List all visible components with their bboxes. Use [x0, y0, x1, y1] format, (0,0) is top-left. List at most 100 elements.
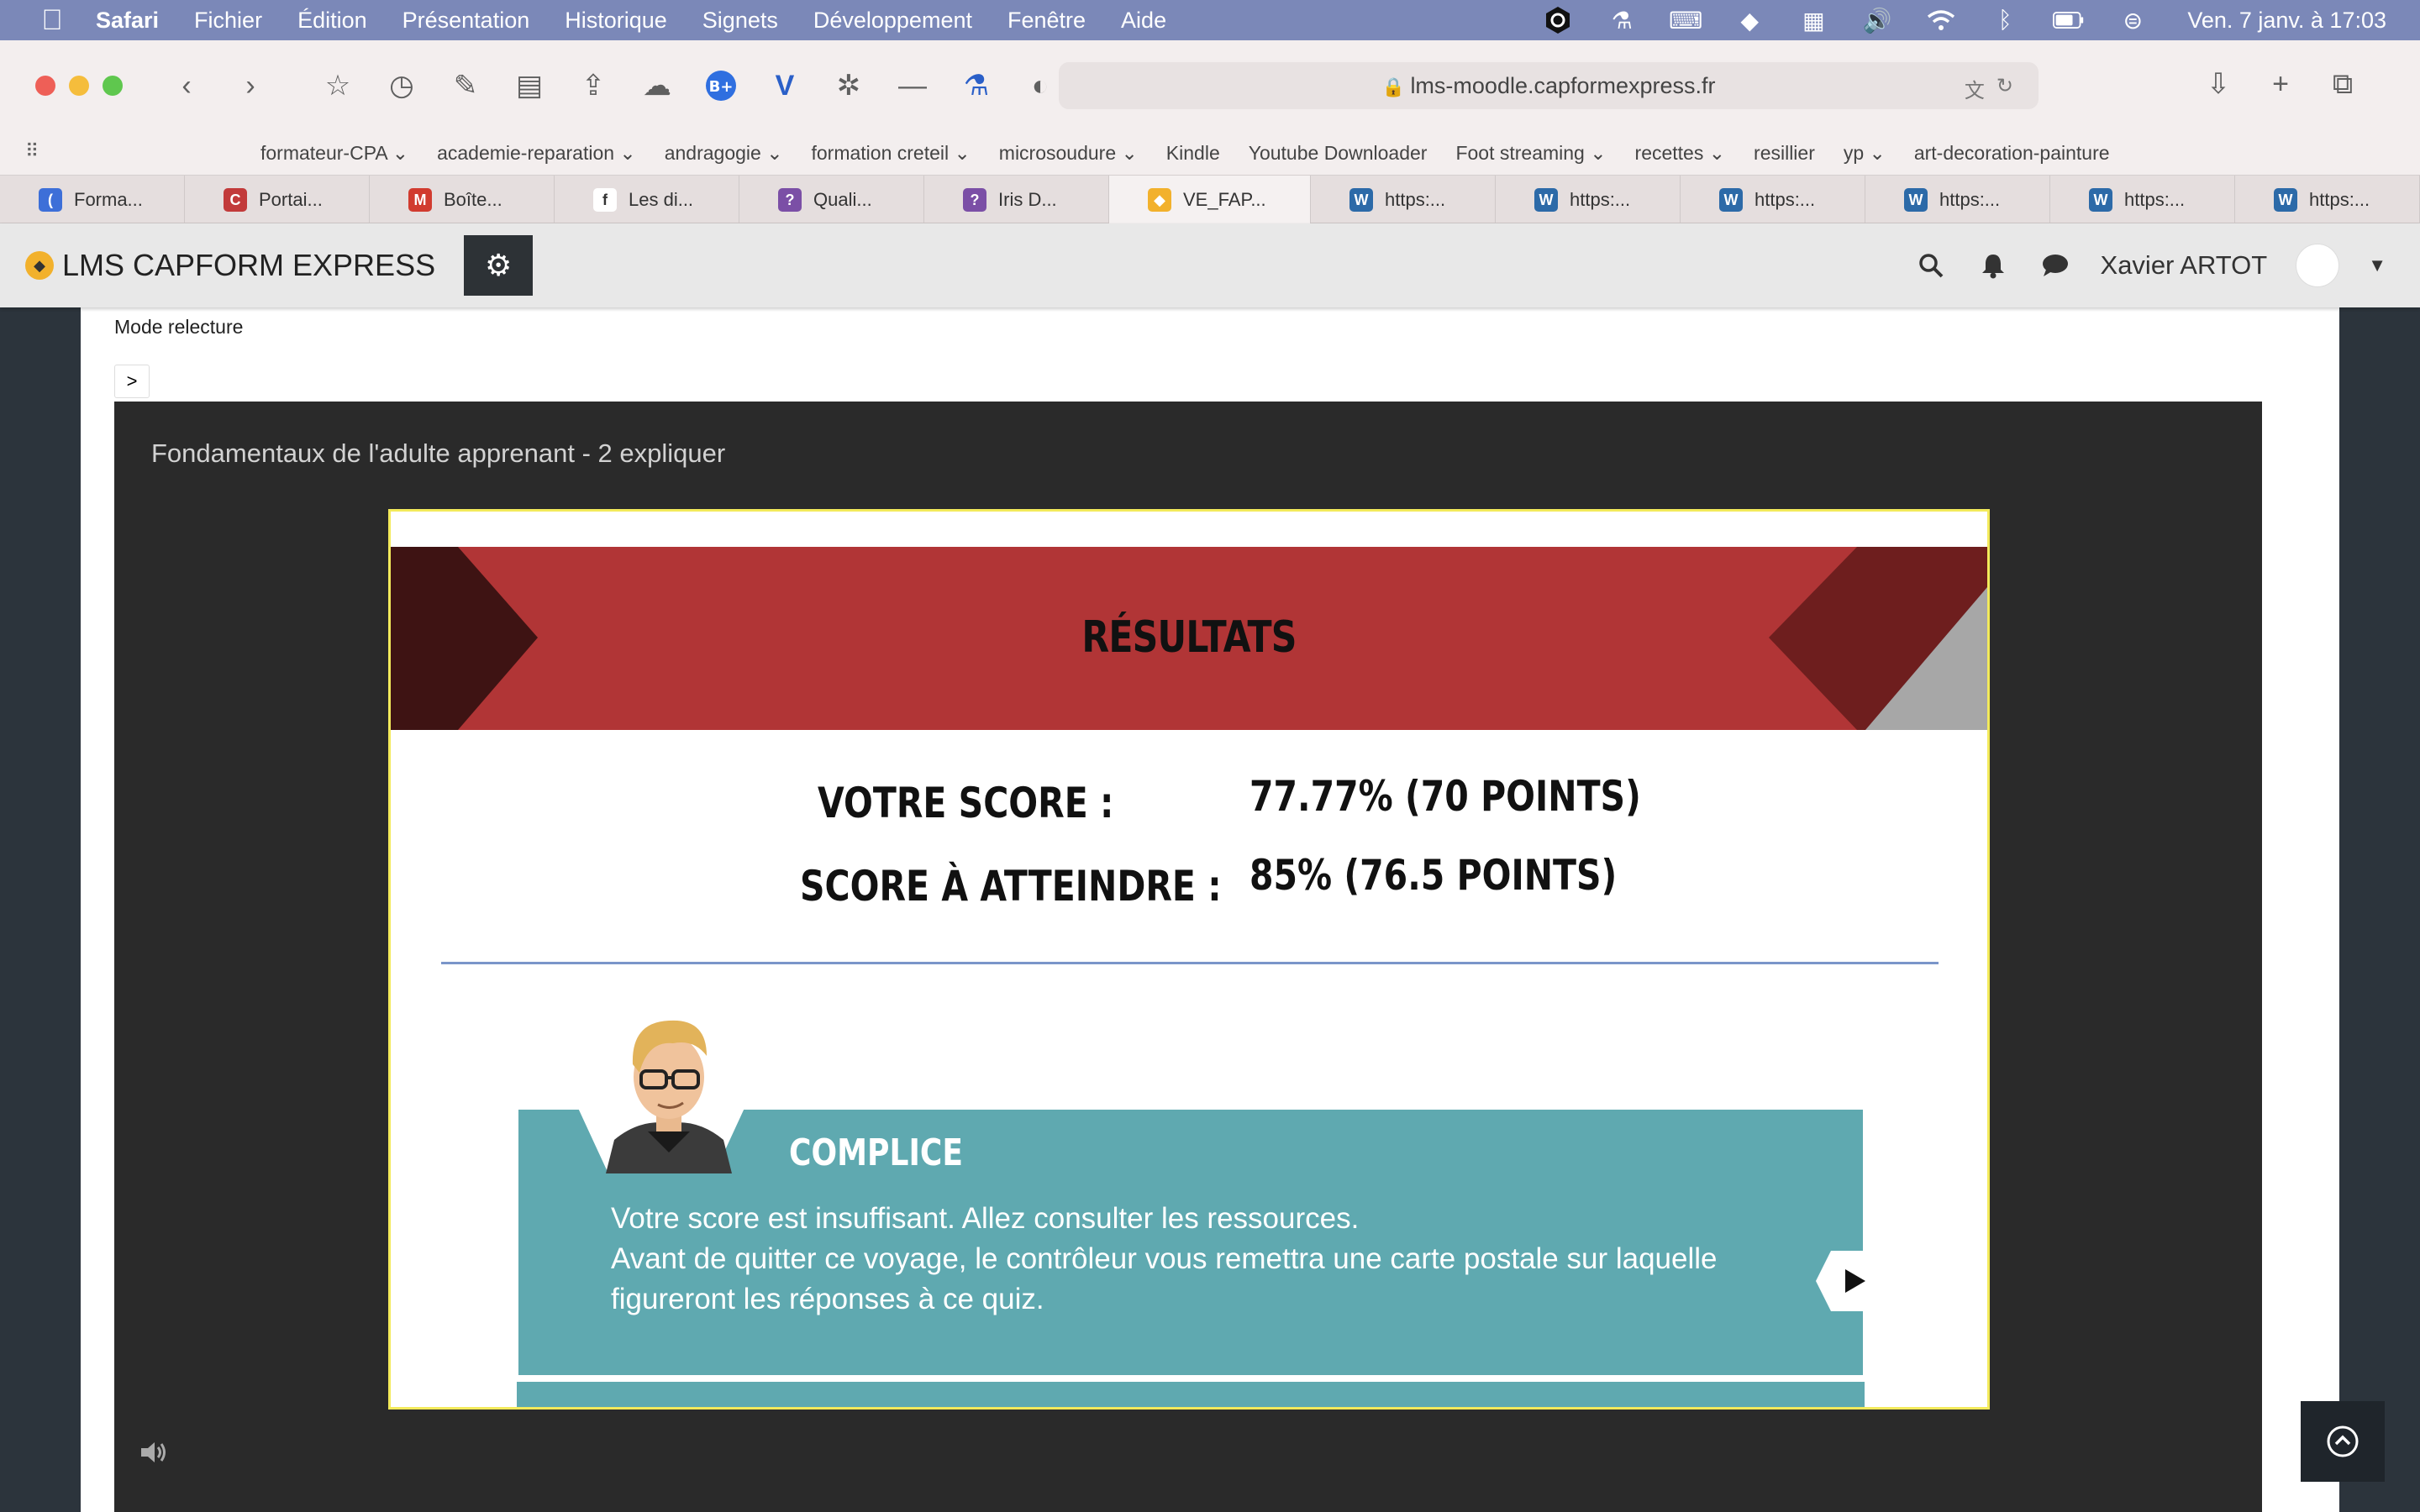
chevron-up-icon [2327, 1425, 2359, 1457]
reload-icon[interactable]: ↻ [1996, 74, 2013, 103]
notifications-bell-icon[interactable] [1976, 249, 2010, 282]
results-slide: RÉSULTATS VOTRE SCORE : 77.77% (70 POINT… [388, 509, 1990, 1410]
back-icon[interactable]: ‹ [168, 67, 205, 104]
favorite-item[interactable]: formation creteil ⌄ [811, 142, 970, 165]
downloads-icon[interactable]: ⇩ [2200, 66, 2237, 102]
menu-developpement[interactable]: Développement [813, 8, 972, 34]
favorite-item[interactable]: andragogie ⌄ [665, 142, 783, 165]
tab-label: Quali... [813, 189, 872, 210]
browser-tab[interactable]: ? Quali... [739, 176, 924, 224]
scroll-to-top-button[interactable] [2301, 1401, 2385, 1482]
maximize-window-button[interactable] [103, 76, 123, 96]
feedback-line: Avant de quitter ce voyage, le contrôleu… [611, 1242, 1718, 1275]
favorite-item[interactable]: Youtube Downloader [1249, 142, 1428, 165]
menu-aide[interactable]: Aide [1121, 8, 1166, 34]
extension-settings-icon[interactable]: ✲ [830, 67, 867, 104]
keyboard-icon[interactable]: ⌨ [1669, 4, 1702, 36]
browser-tab[interactable]: Whttps:... [1865, 176, 2050, 224]
volume-icon[interactable]: 🔊 [1861, 4, 1893, 36]
menu-historique[interactable]: Historique [565, 8, 667, 34]
extension-shield-icon[interactable]: ◐ [1022, 67, 1059, 104]
browser-tab[interactable]: ? Iris D... [924, 176, 1109, 224]
apple-menu-icon[interactable]:  [34, 2, 71, 39]
flask-icon[interactable]: ⚗ [1606, 4, 1638, 36]
extension-flask-icon[interactable]: ⚗ [958, 67, 995, 104]
search-icon[interactable] [1914, 249, 1948, 282]
url-text[interactable]: lms-moodle.capformexpress.fr [1410, 73, 1715, 99]
menu-edition[interactable]: Édition [297, 8, 367, 34]
menu-signets[interactable]: Signets [702, 8, 778, 34]
browser-tab[interactable]: Whttps:... [2050, 176, 2235, 224]
messages-icon[interactable] [2039, 249, 2072, 282]
reading-list-icon[interactable]: ✎ [447, 67, 484, 104]
your-score-label: VOTRE SCORE : [818, 779, 1114, 827]
browser-tab[interactable]: f Les di... [555, 176, 739, 224]
favorite-item[interactable]: resillier [1754, 142, 1815, 165]
tab-favicon-icon: W [2089, 188, 2112, 212]
favorite-item[interactable]: academie-reparation ⌄ [437, 142, 636, 165]
admin-gear-button[interactable]: ⚙ [464, 235, 534, 296]
browser-tab[interactable]: Whttps:... [1681, 176, 1865, 224]
menu-safari[interactable]: Safari [96, 8, 159, 34]
browser-tab[interactable]: Whttps:... [1496, 176, 1681, 224]
tab-overview-icon[interactable]: ⧉ [2324, 66, 2361, 102]
favorite-item[interactable]: formateur-CPA ⌄ [260, 142, 408, 165]
tab-favicon-icon: ? [778, 188, 802, 212]
bluetooth-icon[interactable]: ᛒ [1989, 4, 2021, 36]
favorite-item[interactable]: Foot streaming ⌄ [1455, 142, 1606, 165]
browser-tab[interactable]: Whttps:... [1311, 176, 1496, 224]
favorite-item[interactable]: microsoudure ⌄ [999, 142, 1138, 165]
share-icon[interactable]: ⇪ [575, 67, 612, 104]
tab-favicon-icon: M [408, 188, 432, 212]
address-bar[interactable]: 🔒 lms-moodle.capformexpress.fr 文 ↻ [1059, 62, 2039, 109]
browser-tab[interactable]: M Boîte... [370, 176, 555, 224]
page-content: Mode relecture > Fondamentaux de l'adult… [81, 307, 2339, 1512]
browser-tab[interactable]: (Forma... [0, 176, 185, 224]
feedback-panel-strip [517, 1382, 1865, 1407]
control-center-icon[interactable]: ⊜ [2117, 4, 2149, 36]
extension-b-plus-icon[interactable]: B+ [702, 67, 739, 104]
new-tab-icon[interactable]: + [2262, 66, 2299, 102]
translate-icon[interactable]: 文 [1965, 74, 1985, 103]
menu-bar-clock[interactable]: Ven. 7 janv. à 17:03 [2187, 8, 2386, 34]
favorite-item[interactable]: yp ⌄ [1844, 142, 1886, 165]
icloud-icon[interactable]: ☁ [639, 67, 676, 104]
player-title: Fondamentaux de l'adulte apprenant - 2 e… [151, 438, 726, 468]
favorites-grid-icon[interactable]: ⠿ [25, 140, 50, 165]
battery-icon[interactable] [2053, 4, 2085, 36]
favorite-item[interactable]: recettes ⌄ [1635, 142, 1726, 165]
target-score-value: 85% (76.5 POINTS) [1249, 851, 1618, 900]
site-brand-text[interactable]: LMS CAPFORM EXPRESS [62, 248, 435, 283]
menu-presentation[interactable]: Présentation [402, 8, 530, 34]
site-brand[interactable]: ◆ LMS CAPFORM EXPRESS [25, 248, 435, 283]
next-page-button[interactable]: > [114, 365, 150, 398]
favorite-item[interactable]: art-decoration-painture [1914, 142, 2110, 165]
browser-tab[interactable]: ◆ VE_FAP... [1109, 176, 1311, 224]
user-menu-caret-icon[interactable]: ▼ [2368, 255, 2386, 276]
results-title: RÉSULTATS [1081, 612, 1297, 663]
browser-tab[interactable]: Whttps:... [2235, 176, 2420, 224]
history-icon[interactable]: ◷ [383, 67, 420, 104]
window-manager-icon[interactable]: ▦ [1797, 4, 1829, 36]
menu-fenetre[interactable]: Fenêtre [1007, 8, 1086, 34]
character-illustration [606, 1020, 732, 1173]
extension-v-icon[interactable]: V [766, 67, 803, 104]
tab-label: https:... [1939, 189, 2001, 210]
extension-dash-icon[interactable]: — [894, 67, 931, 104]
dropbox-icon[interactable]: ◆ [1733, 4, 1765, 36]
continue-play-button[interactable] [1816, 1251, 1891, 1311]
bitwarden-icon[interactable] [1542, 4, 1574, 36]
close-window-button[interactable] [35, 76, 55, 96]
user-name[interactable]: Xavier ARTOT [2101, 250, 2268, 281]
menu-fichier[interactable]: Fichier [194, 8, 262, 34]
tab-favicon-icon: W [1904, 188, 1928, 212]
audio-toggle-icon[interactable] [139, 1440, 173, 1473]
wifi-icon[interactable] [1925, 4, 1957, 36]
forward-icon[interactable]: › [232, 67, 269, 104]
favorite-item[interactable]: Kindle [1166, 142, 1220, 165]
bookmark-star-icon[interactable]: ☆ [319, 67, 356, 104]
sidebar-icon[interactable]: ▤ [511, 67, 548, 104]
minimize-window-button[interactable] [69, 76, 89, 96]
browser-tab[interactable]: C Portai... [185, 176, 370, 224]
user-avatar[interactable] [2296, 244, 2340, 287]
